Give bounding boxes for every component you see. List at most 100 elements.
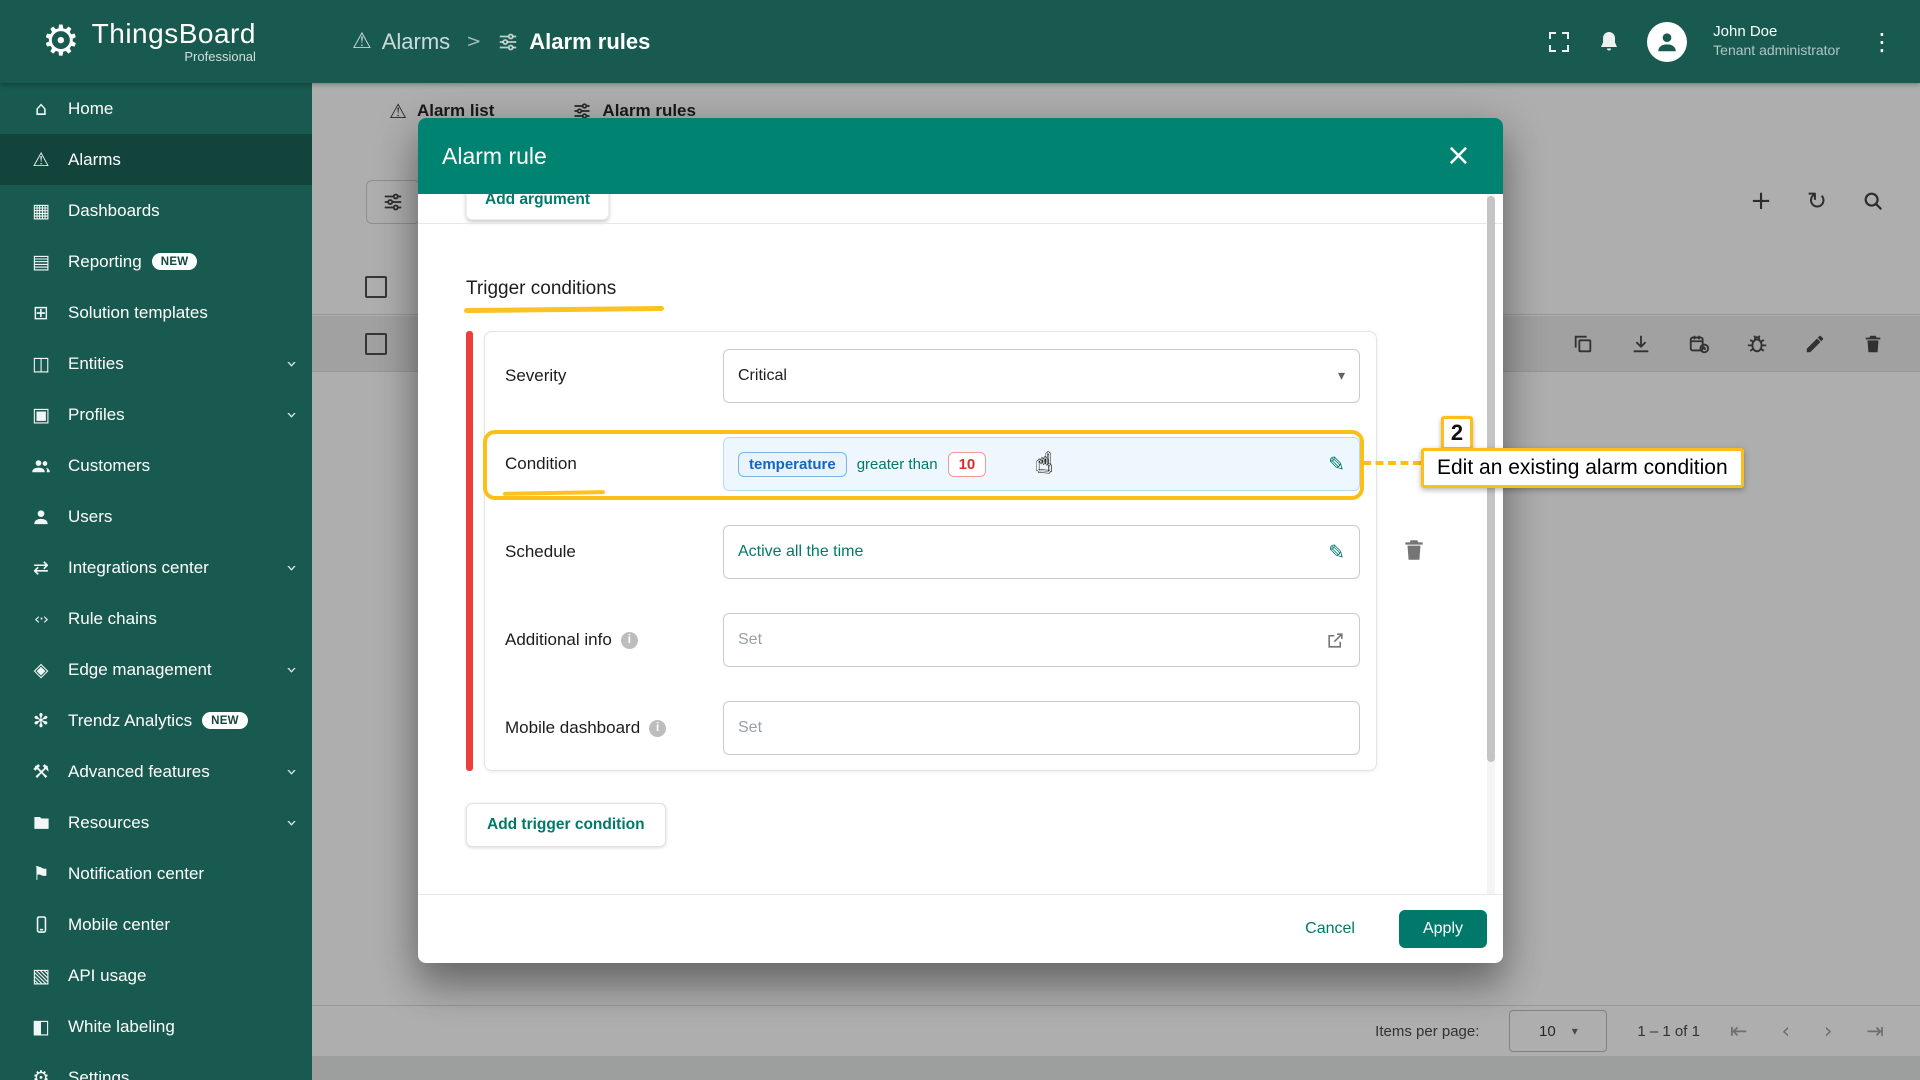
condition-value-chip[interactable]: 10	[947, 451, 987, 477]
trendz-icon: ✻	[33, 709, 49, 732]
notifications-bell-icon[interactable]	[1597, 30, 1621, 54]
additional-info-label: Additional info i	[505, 630, 723, 650]
add-trigger-condition-button[interactable]: Add trigger condition	[466, 803, 666, 847]
severity-select[interactable]: Critical ▾	[723, 349, 1360, 403]
brand-edition: Professional	[184, 49, 256, 65]
close-icon[interactable]: ×	[1438, 137, 1479, 175]
advanced-features-icon: ⚒	[32, 760, 50, 783]
info-icon: i	[620, 631, 638, 649]
screen: ⚙ ThingsBoard Professional ⚠ Alarms > Al…	[0, 0, 1920, 1080]
sidebar-item-rule-chains[interactable]: ‹·› Rule chains	[0, 593, 312, 644]
sidebar-item-users[interactable]: Users	[0, 491, 312, 542]
sidebar-item-entities[interactable]: ◫ Entities ›	[0, 338, 312, 389]
dashboards-icon: ▦	[32, 199, 50, 222]
required-red-bar	[466, 331, 473, 771]
white-labeling-icon: ◧	[32, 1015, 50, 1038]
breadcrumb-section[interactable]: Alarms	[382, 29, 450, 55]
sidebar-item-integrations-center[interactable]: ⇄ Integrations center ›	[0, 542, 312, 593]
user-name: John Doe	[1713, 23, 1778, 41]
edit-condition-pencil-icon[interactable]: ✎	[1328, 452, 1345, 476]
open-in-new-icon[interactable]	[1326, 631, 1345, 650]
callout-step-number: 2	[1441, 416, 1473, 450]
chevron-down-icon: ›	[281, 818, 304, 827]
chevron-down-icon: ›	[281, 665, 304, 674]
condition-label: Condition	[505, 454, 577, 473]
sidebar-item-mobile-center[interactable]: Mobile center	[0, 899, 312, 950]
schedule-field[interactable]: Active all the time ✎	[723, 525, 1360, 579]
user-avatar[interactable]	[1647, 21, 1688, 62]
mobile-dashboard-row: Mobile dashboard i Set	[485, 684, 1376, 772]
edit-schedule-pencil-icon[interactable]: ✎	[1328, 540, 1345, 564]
mouse-hand-cursor: ☝	[1036, 448, 1053, 479]
sidebar-item-alarms[interactable]: ⚠ Alarms	[0, 134, 312, 185]
sidebar-item-trendz-analytics[interactable]: ✻ Trendz Analytics NEW	[0, 695, 312, 746]
flag-icon: ⚑	[32, 862, 50, 885]
gear-icon: ⚙	[32, 1066, 50, 1080]
trigger-conditions-title: Trigger conditions	[466, 278, 617, 299]
sidebar-item-dashboards[interactable]: ▦ Dashboards	[0, 185, 312, 236]
caret-down-icon: ▾	[1337, 368, 1345, 384]
dialog-title: Alarm rule	[442, 142, 547, 169]
solution-templates-icon: ⊞	[33, 301, 49, 324]
top-header-bar: ⚙ ThingsBoard Professional ⚠ Alarms > Al…	[0, 0, 1920, 83]
warning-icon: ⚠	[352, 29, 372, 54]
mobile-dashboard-label: Mobile dashboard i	[505, 718, 723, 738]
additional-info-field[interactable]: Set	[723, 613, 1360, 667]
smartphone-icon	[28, 915, 54, 934]
kebab-menu-icon[interactable]: ⋮	[1866, 28, 1898, 56]
sidebar-item-customers[interactable]: Customers	[0, 440, 312, 491]
chevron-down-icon: ›	[281, 359, 304, 368]
divider	[418, 223, 1503, 224]
cancel-button[interactable]: Cancel	[1295, 912, 1365, 946]
user-info: John Doe Tenant administrator	[1713, 23, 1840, 59]
sidebar-item-notification-center[interactable]: ⚑ Notification center	[0, 848, 312, 899]
entities-icon: ◫	[32, 352, 50, 375]
sidebar-item-resources[interactable]: Resources ›	[0, 797, 312, 848]
sidebar-item-api-usage[interactable]: ▧ API usage	[0, 950, 312, 1001]
apply-button[interactable]: Apply	[1398, 910, 1487, 948]
fullscreen-icon[interactable]	[1547, 30, 1571, 54]
integrations-icon: ⇄	[33, 556, 49, 579]
add-argument-button[interactable]: Add argument	[466, 194, 610, 220]
sidebar-item-settings[interactable]: ⚙ Settings	[0, 1052, 312, 1080]
breadcrumb: ⚠ Alarms > Alarm rules	[352, 29, 650, 55]
condition-row: Condition temperature greater than 10 ✎	[483, 420, 1376, 508]
profiles-icon: ▣	[32, 403, 50, 426]
dialog-body: Add argument Trigger conditions Severity…	[418, 194, 1503, 894]
sidebar-item-advanced-features[interactable]: ⚒ Advanced features ›	[0, 746, 312, 797]
severity-row: Severity Critical ▾	[485, 332, 1376, 420]
sidebar-item-home[interactable]: ⌂ Home	[0, 83, 312, 134]
api-usage-icon: ▧	[32, 964, 50, 987]
schedule-label: Schedule	[505, 542, 576, 561]
sidebar-nav: ⌂ Home ⚠ Alarms ▦ Dashboards ▤ Reporting…	[0, 83, 312, 1080]
severity-label: Severity	[505, 366, 567, 385]
folder-icon	[28, 813, 54, 832]
condition-key-chip[interactable]: temperature	[738, 451, 847, 477]
yellow-marker-underline	[502, 490, 606, 496]
sidebar-item-profiles[interactable]: ▣ Profiles ›	[0, 389, 312, 440]
new-badge: NEW	[202, 712, 248, 729]
rule-chains-icon: ‹·›	[34, 609, 49, 628]
sidebar-item-white-labeling[interactable]: ◧ White labeling	[0, 1001, 312, 1052]
sidebar-item-solution-templates[interactable]: ⊞ Solution templates	[0, 287, 312, 338]
warning-icon: ⚠	[32, 148, 50, 171]
sidebar-item-reporting[interactable]: ▤ Reporting NEW	[0, 236, 312, 287]
user-icon	[28, 507, 54, 527]
trigger-condition-card: Severity Critical ▾ Condition temperatur…	[483, 331, 1377, 772]
tune-icon	[497, 31, 519, 53]
customers-icon	[28, 456, 54, 476]
callout-connector-line	[1363, 461, 1421, 465]
chevron-down-icon: ›	[281, 410, 304, 419]
chevron-down-icon: ›	[281, 563, 304, 572]
mobile-dashboard-field[interactable]: Set	[723, 701, 1360, 755]
delete-trigger-condition-icon[interactable]	[1401, 537, 1427, 563]
new-badge: NEW	[151, 253, 198, 270]
breadcrumb-page: Alarm rules	[529, 28, 651, 54]
brand-name: ThingsBoard	[91, 17, 256, 49]
brand-block[interactable]: ⚙ ThingsBoard Professional	[0, 16, 312, 66]
info-icon: i	[649, 719, 667, 737]
dialog-header: Alarm rule ×	[418, 118, 1503, 194]
sidebar-item-edge-management[interactable]: ◈ Edge management ›	[0, 644, 312, 695]
thingsboard-logo-icon: ⚙	[42, 16, 80, 66]
callout-tooltip: Edit an existing alarm condition	[1421, 448, 1744, 488]
